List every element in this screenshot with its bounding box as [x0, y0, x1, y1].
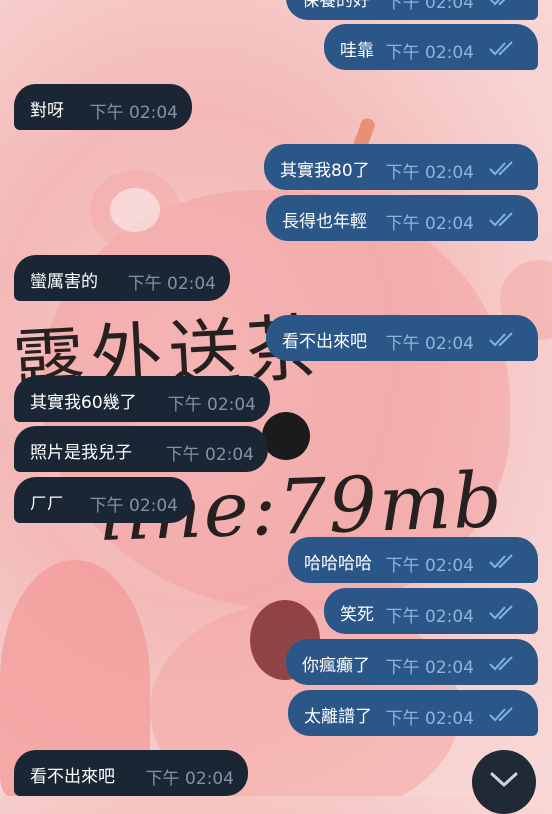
message-bubble-outgoing[interactable]: 哈哈哈哈 下午 02:04 [288, 537, 538, 583]
message-time: 下午 02:04 [385, 214, 474, 234]
message-time: 下午 02:04 [385, 607, 474, 627]
wallpaper-character-ear [90, 170, 180, 250]
message-bubble-outgoing[interactable]: 你瘋癲了 下午 02:04 [286, 639, 538, 685]
message-text: 哈哈哈哈 [304, 554, 372, 574]
message-text: ㄏㄏ [30, 494, 64, 514]
message-text: 你瘋癲了 [302, 656, 370, 676]
message-time: 下午 02:04 [385, 0, 474, 13]
message-text: 保養的好 [302, 0, 370, 11]
message-text: 蠻厲害的 [30, 272, 98, 292]
double-check-icon [489, 161, 513, 176]
message-time: 下午 02:04 [89, 496, 178, 516]
double-check-icon [489, 656, 513, 671]
message-bubble-outgoing[interactable]: 太離譜了 下午 02:04 [288, 690, 538, 736]
double-check-icon [489, 332, 513, 347]
message-time: 下午 02:04 [89, 103, 178, 123]
wallpaper-character-eye [262, 412, 310, 460]
message-time: 下午 02:04 [165, 445, 254, 465]
message-text: 太離譜了 [304, 707, 372, 727]
scroll-to-bottom-button[interactable] [472, 750, 536, 814]
message-time: 下午 02:04 [385, 556, 474, 576]
message-time: 下午 02:04 [385, 658, 474, 678]
message-bubble-incoming[interactable]: 看不出來吧 下午 02:04 [14, 750, 248, 796]
message-bubble-outgoing[interactable]: 看不出來吧 下午 02:04 [266, 315, 538, 361]
message-text: 其實我80了 [280, 161, 370, 181]
message-text: 照片是我兒子 [30, 443, 132, 463]
message-bubble-incoming[interactable]: 其實我60幾了 下午 02:04 [14, 376, 270, 422]
message-bubble-incoming[interactable]: ㄏㄏ 下午 02:04 [14, 477, 192, 523]
message-time: 下午 02:04 [127, 274, 216, 294]
message-time: 下午 02:04 [385, 709, 474, 729]
double-check-icon [489, 212, 513, 227]
message-bubble-outgoing[interactable]: 其實我80了 下午 02:04 [264, 144, 538, 190]
message-bubble-outgoing[interactable]: 哇靠 下午 02:04 [324, 24, 538, 70]
message-bubble-outgoing[interactable]: 保養的好 下午 02:04 [286, 0, 538, 20]
message-text: 哇靠 [340, 41, 374, 61]
message-time: 下午 02:04 [385, 334, 474, 354]
message-text: 其實我60幾了 [30, 393, 137, 413]
message-bubble-incoming[interactable]: 蠻厲害的 下午 02:04 [14, 255, 230, 301]
message-bubble-incoming[interactable]: 照片是我兒子 下午 02:04 [14, 426, 268, 472]
message-text: 看不出來吧 [282, 332, 367, 352]
double-check-icon [489, 554, 513, 569]
message-time: 下午 02:04 [167, 395, 256, 415]
double-check-icon [489, 707, 513, 722]
message-text: 笑死 [340, 605, 374, 625]
message-time: 下午 02:04 [145, 769, 234, 789]
message-bubble-outgoing[interactable]: 笑死 下午 02:04 [324, 588, 538, 634]
message-bubble-incoming[interactable]: 對呀 下午 02:04 [14, 84, 192, 130]
message-time: 下午 02:04 [385, 163, 474, 183]
message-bubble-outgoing[interactable]: 長得也年輕 下午 02:04 [266, 195, 538, 241]
double-check-icon [489, 41, 513, 56]
chevron-down-icon [490, 772, 518, 787]
message-time: 下午 02:04 [385, 43, 474, 63]
message-text: 看不出來吧 [30, 767, 115, 787]
message-text: 對呀 [30, 101, 64, 121]
double-check-icon [489, 605, 513, 620]
message-text: 長得也年輕 [282, 212, 367, 232]
double-check-icon [489, 0, 506, 6]
